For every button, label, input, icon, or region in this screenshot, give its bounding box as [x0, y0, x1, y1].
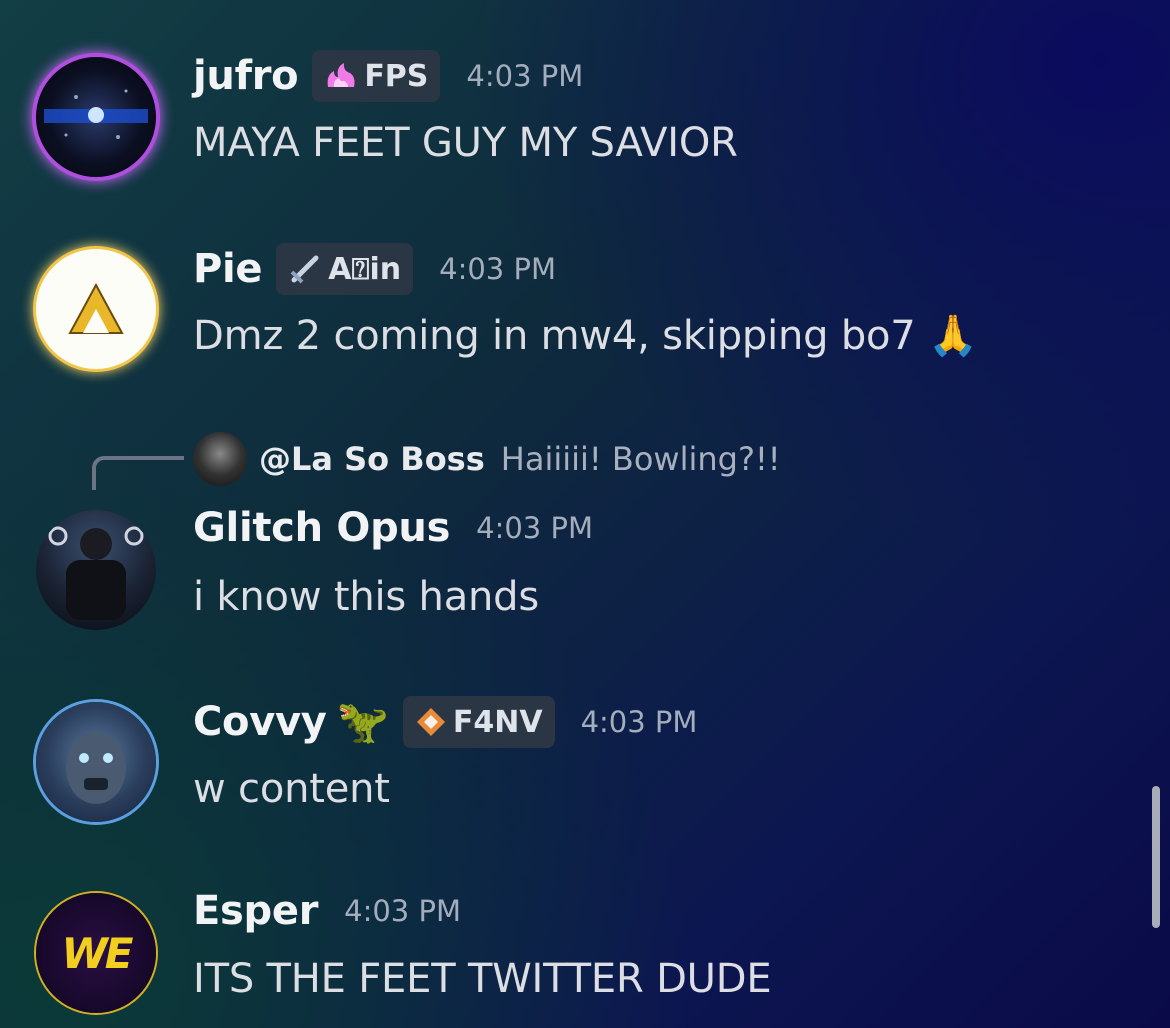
server-tag[interactable]: A⍰in [276, 243, 414, 295]
reply-avatar [193, 432, 247, 486]
message-text: i know this hands [193, 574, 539, 620]
avatar[interactable]: WE [36, 893, 156, 1013]
avatar-logo-text: WE [61, 928, 133, 978]
galaxy-avatar-icon [44, 89, 148, 139]
timestamp: 4:03 PM [439, 252, 556, 286]
soldier-avatar-icon [48, 526, 144, 620]
timestamp: 4:03 PM [344, 894, 461, 928]
timestamp: 4:03 PM [466, 59, 584, 93]
avatar[interactable] [36, 249, 156, 369]
server-tag[interactable]: FPS [312, 50, 441, 102]
diamond-arrows-icon [416, 708, 445, 736]
avatar[interactable] [36, 702, 156, 822]
message-text: MAYA FEET GUY MY SAVIOR [193, 120, 738, 166]
server-tag[interactable]: F4NV [402, 696, 555, 748]
scrollbar[interactable] [1152, 786, 1160, 928]
sword-icon [290, 255, 319, 284]
reply-username[interactable]: @La So Boss [259, 440, 485, 478]
username[interactable]: Covvy [193, 699, 327, 745]
reply-connector [92, 456, 184, 490]
triforce-avatar-icon [68, 282, 124, 334]
reply-text: Haiiiii! Bowling?!! [500, 440, 781, 478]
server-tag-label: FPS [364, 58, 429, 94]
username[interactable]: Glitch Opus [193, 505, 450, 551]
timestamp: 4:03 PM [476, 511, 593, 545]
dinosaur-icon: 🦖 [336, 697, 389, 746]
pink-flame-icon [327, 63, 355, 87]
username[interactable]: Esper [193, 888, 318, 934]
timestamp: 4:03 PM [580, 705, 698, 739]
avatar[interactable] [36, 57, 156, 177]
server-tag-label: A⍰in [328, 251, 402, 287]
message-text: Dmz 2 coming in mw4, skipping bo7 🙏 [193, 313, 978, 359]
message-text: ITS THE FEET TWITTER DUDE [193, 956, 772, 1002]
zombie-avatar-icon [66, 732, 126, 804]
reply-preview[interactable]: @La So Boss Haiiiii! Bowling?!! [193, 432, 781, 486]
server-tag-label: F4NV [452, 704, 543, 740]
username[interactable]: Pie [193, 246, 263, 292]
message-text: w content [193, 766, 390, 812]
username[interactable]: jufro [193, 53, 299, 99]
avatar[interactable] [36, 510, 156, 630]
